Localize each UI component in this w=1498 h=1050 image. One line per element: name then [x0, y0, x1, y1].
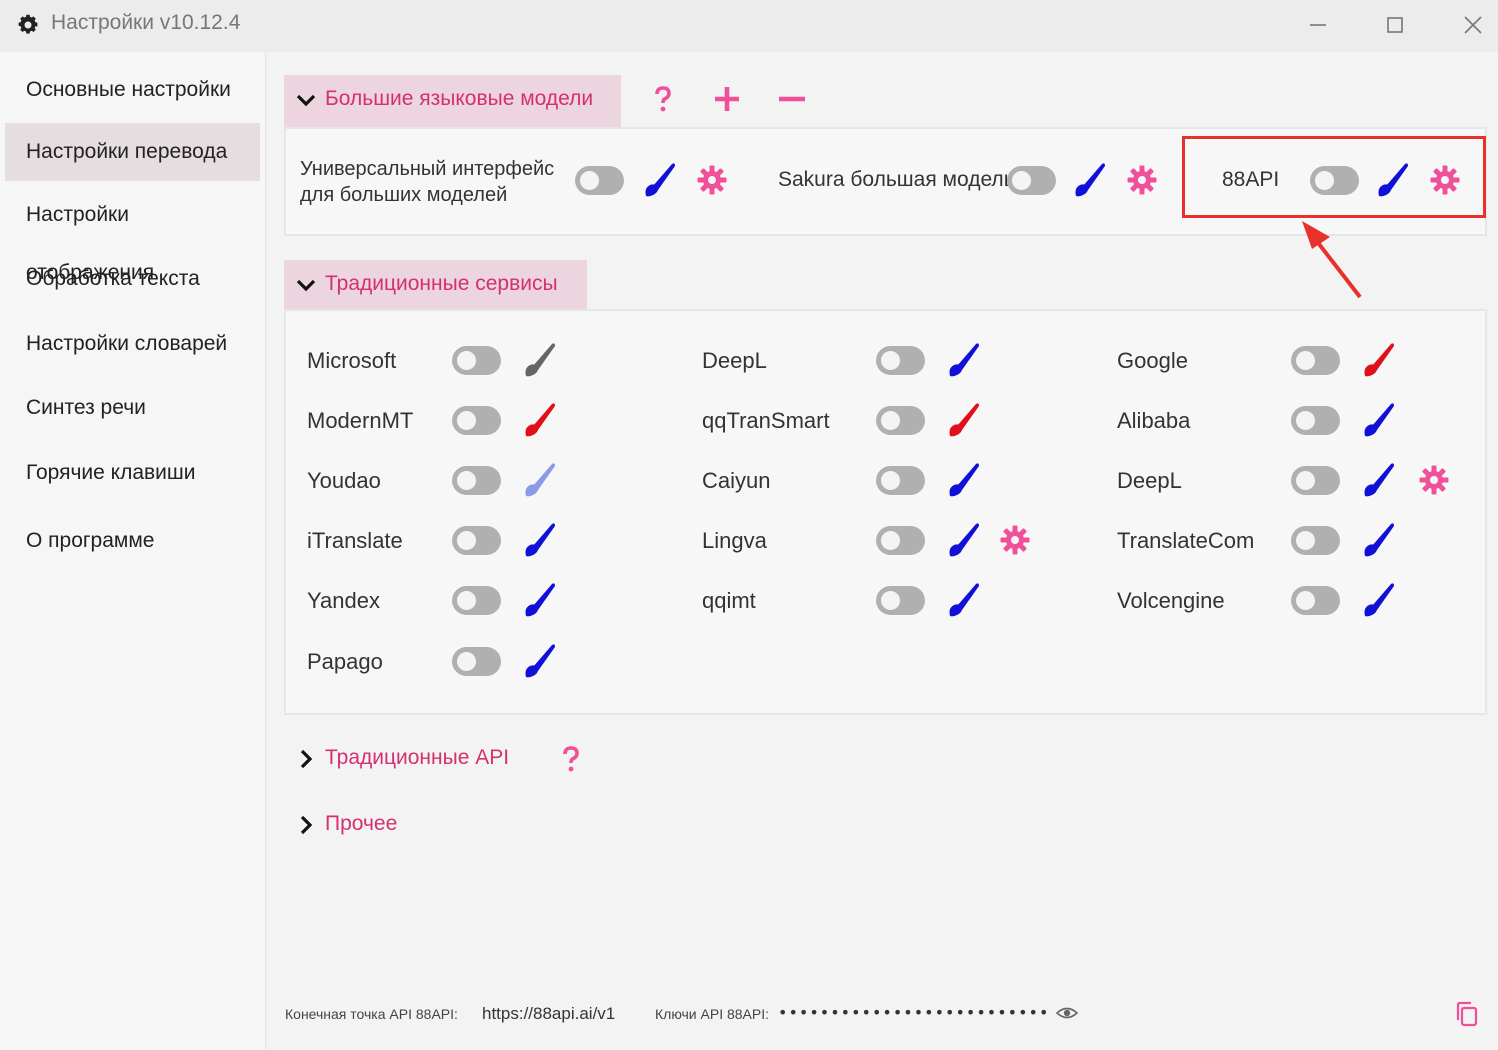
service-toggle[interactable] [876, 526, 925, 555]
brush-icon[interactable] [521, 340, 557, 378]
brush-icon[interactable] [1360, 460, 1396, 498]
sidebar-item-hotkeys[interactable]: Горячие клавиши [5, 444, 260, 502]
service-name: TranslateCom [1117, 528, 1255, 553]
brush-icon[interactable] [521, 460, 557, 498]
service-toggle[interactable] [876, 466, 925, 495]
service-toggle[interactable] [452, 586, 501, 615]
service-name: Microsoft [307, 348, 397, 373]
sidebar: Основные настройки Настройки перевода На… [0, 52, 266, 1050]
llm-item-label: Универсальный интерфейс для больших моде… [300, 156, 554, 208]
close-button[interactable] [1456, 10, 1490, 40]
chevron-down-icon [295, 89, 317, 111]
window-title: Настройки v10.12.4 [51, 11, 241, 34]
llm-toggle[interactable] [1007, 166, 1056, 195]
service-name: Volcengine [1117, 588, 1225, 613]
brush-icon[interactable] [521, 520, 557, 558]
service-toggle[interactable] [452, 406, 501, 435]
brush-icon[interactable] [945, 580, 981, 618]
eye-icon[interactable] [1055, 1002, 1079, 1024]
api-keys-label: Ключи API 88API: [655, 1006, 770, 1022]
sidebar-item-speech[interactable]: Синтез речи [5, 379, 260, 437]
llm-item-label-line1: Универсальный интерфейс [300, 158, 555, 180]
service-name: qqimt [702, 588, 756, 613]
service-name: qqTranSmart [702, 408, 830, 433]
section-header-llm[interactable]: Большие языковые модели [284, 75, 621, 127]
service-name: Papago [307, 649, 383, 674]
chevron-down-icon [295, 274, 317, 296]
plus-icon[interactable] [712, 84, 742, 114]
sidebar-item-text-processing[interactable]: Обработка текста [5, 250, 260, 308]
question-icon[interactable] [648, 84, 678, 114]
sidebar-item-general[interactable]: Основные настройки [5, 61, 260, 119]
section-header-traditional[interactable]: Традиционные сервисы [284, 260, 587, 312]
service-toggle[interactable] [876, 586, 925, 615]
service-toggle[interactable] [1291, 466, 1340, 495]
minus-icon[interactable] [777, 84, 807, 114]
section-title-other: Прочее [325, 812, 398, 835]
service-toggle[interactable] [1291, 346, 1340, 375]
section-title-traditional-api: Традиционные API [325, 746, 510, 769]
chevron-right-icon [295, 748, 317, 770]
service-toggle[interactable] [452, 647, 501, 676]
service-name: Youdao [307, 468, 381, 493]
service-name: Yandex [307, 588, 380, 613]
service-toggle[interactable] [1291, 586, 1340, 615]
section-title-traditional: Традиционные сервисы [325, 272, 558, 295]
service-toggle[interactable] [452, 346, 501, 375]
service-toggle[interactable] [452, 466, 501, 495]
brush-icon[interactable] [521, 641, 557, 679]
app-gear-icon [16, 13, 40, 37]
service-name: DeepL [702, 348, 767, 373]
service-toggle[interactable] [876, 406, 925, 435]
endpoint-label: Конечная точка API 88API: [285, 1006, 458, 1022]
llm-item-label-line2: для больших моделей [300, 184, 508, 206]
brush-icon[interactable] [945, 340, 981, 378]
sidebar-item-display[interactable]: Настройки отображения [5, 186, 260, 284]
sidebar-item-translation[interactable]: Настройки перевода [5, 123, 260, 181]
service-name: ModernMT [307, 408, 414, 433]
service-toggle[interactable] [876, 346, 925, 375]
llm-toggle[interactable] [575, 166, 624, 195]
brush-icon[interactable] [641, 160, 677, 198]
service-name: DeepL [1117, 468, 1182, 493]
brush-icon[interactable] [1360, 340, 1396, 378]
gear-icon[interactable] [1127, 165, 1157, 195]
gear-icon[interactable] [1000, 525, 1030, 555]
annotation-arrow [1290, 215, 1370, 305]
service-name: Caiyun [702, 468, 771, 493]
service-toggle[interactable] [1291, 526, 1340, 555]
llm-item-label: Sakura большая модель [778, 168, 1015, 191]
chevron-right-icon [295, 814, 317, 836]
service-name: iTranslate [307, 528, 403, 553]
service-toggle[interactable] [452, 526, 501, 555]
gear-icon[interactable] [697, 165, 727, 195]
brush-icon[interactable] [945, 400, 981, 438]
service-toggle[interactable] [1291, 406, 1340, 435]
sidebar-item-dictionaries[interactable]: Настройки словарей [5, 315, 260, 373]
section-title-llm: Большие языковые модели [325, 87, 594, 110]
brush-icon[interactable] [521, 400, 557, 438]
service-name: Lingva [702, 528, 767, 553]
maximize-button[interactable] [1378, 10, 1412, 40]
gear-icon[interactable] [1419, 465, 1449, 495]
brush-icon[interactable] [945, 520, 981, 558]
brush-icon[interactable] [1360, 520, 1396, 558]
brush-icon[interactable] [1360, 580, 1396, 618]
minimize-button[interactable] [1301, 10, 1335, 40]
title-bar: Настройки v10.12.4 [0, 0, 1498, 52]
brush-icon[interactable] [1071, 160, 1107, 198]
sidebar-item-about[interactable]: О программе [5, 512, 260, 570]
section-header-other[interactable]: Прочее [284, 800, 484, 852]
brush-icon[interactable] [521, 580, 557, 618]
highlight-box [1182, 136, 1486, 218]
service-name: Alibaba [1117, 408, 1191, 433]
brush-icon[interactable] [1360, 400, 1396, 438]
copy-icon[interactable] [1454, 1000, 1480, 1028]
api-keys-value[interactable]: ••••••••••••••••••••••••••••••••••••• [778, 1003, 1050, 1022]
service-name: Google [1117, 348, 1188, 373]
endpoint-value[interactable]: https://88api.ai/v1 [482, 1004, 615, 1024]
question-icon[interactable] [556, 744, 586, 774]
brush-icon[interactable] [945, 460, 981, 498]
